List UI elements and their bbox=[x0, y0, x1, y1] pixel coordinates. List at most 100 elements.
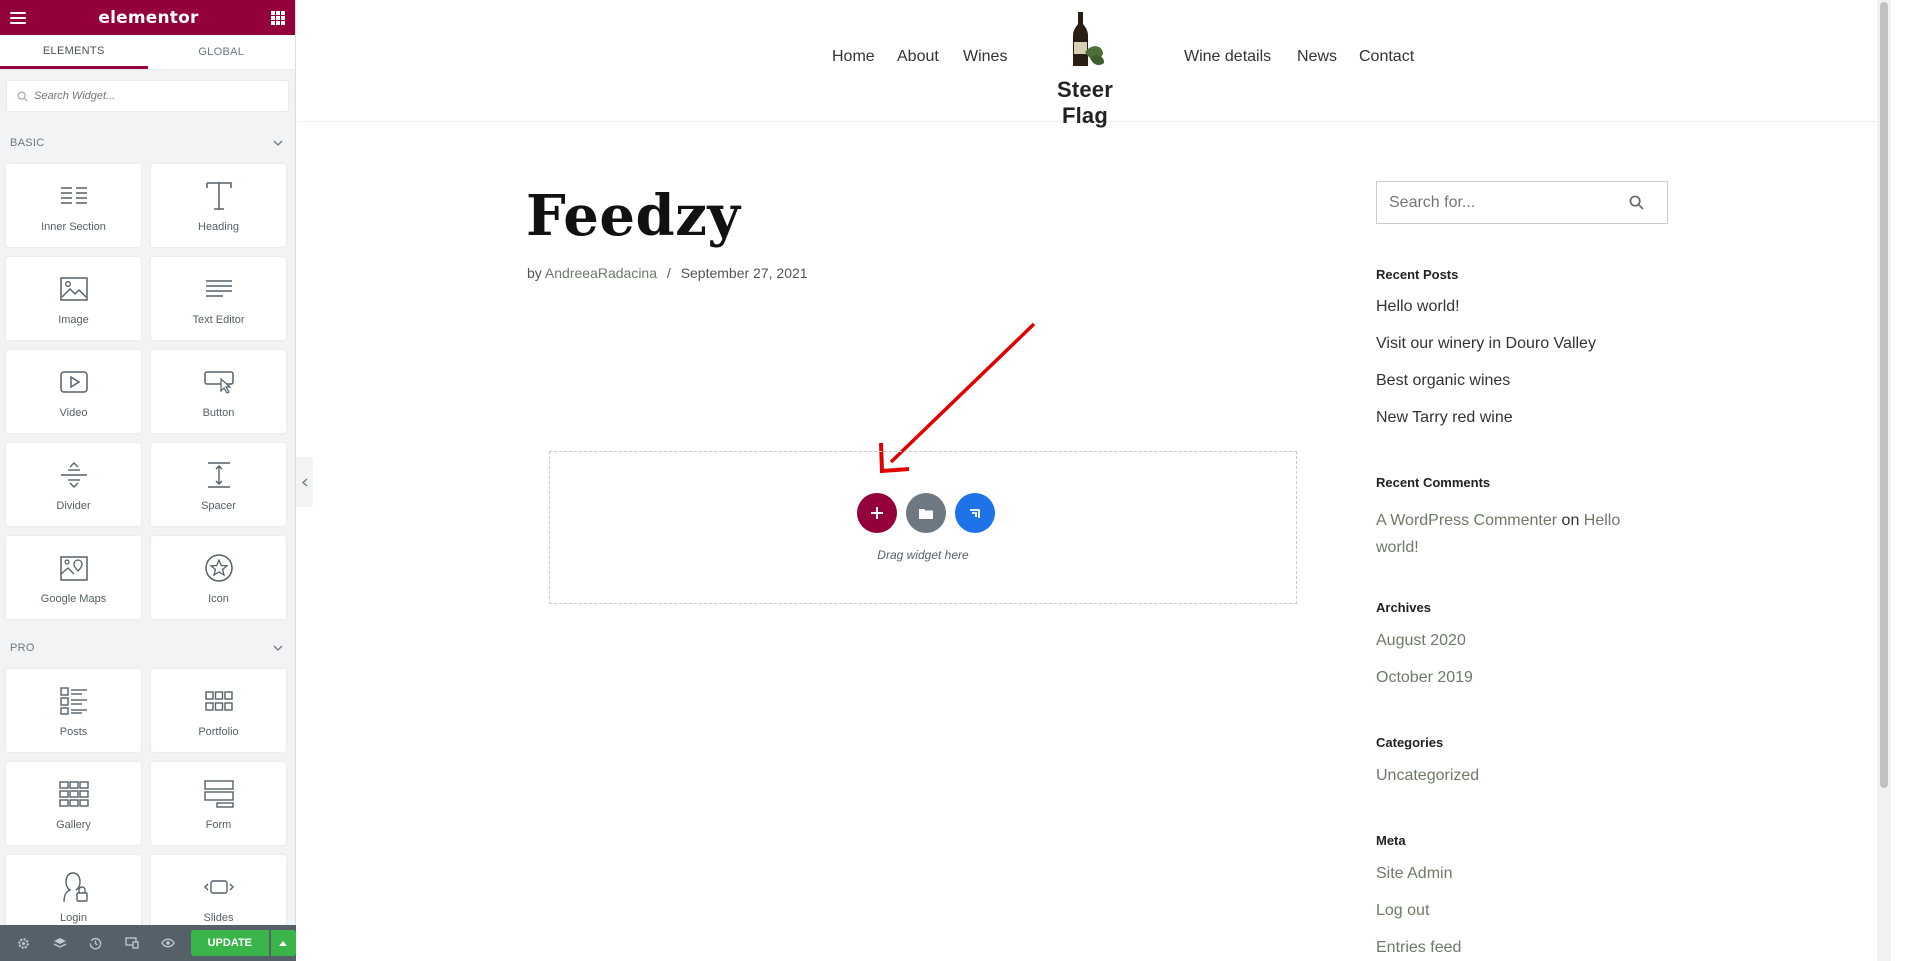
widget-inner-section[interactable]: Inner Section bbox=[6, 164, 141, 247]
category-link[interactable]: Uncategorized bbox=[1376, 767, 1479, 785]
gallery-icon bbox=[58, 780, 89, 807]
widget-search-input[interactable] bbox=[34, 90, 254, 102]
comment-post-link[interactable]: world! bbox=[1376, 539, 1419, 556]
nav-contact[interactable]: Contact bbox=[1359, 48, 1414, 66]
widget-portfolio[interactable]: Portfolio bbox=[151, 669, 286, 752]
meta-title: Meta bbox=[1376, 833, 1406, 848]
nav-wines[interactable]: Wines bbox=[963, 48, 1007, 66]
categories-title: Categories bbox=[1376, 735, 1444, 750]
scrollbar-thumb[interactable] bbox=[1880, 2, 1888, 788]
archive-link[interactable]: October 2019 bbox=[1376, 669, 1473, 687]
page-scrollbar[interactable] bbox=[1877, 0, 1891, 961]
widget-label: Video bbox=[59, 406, 88, 419]
post-title: Feedzy bbox=[526, 183, 741, 249]
plus-icon bbox=[871, 507, 883, 519]
widget-button[interactable]: Button bbox=[151, 350, 286, 433]
widget-search-box bbox=[6, 80, 289, 112]
widget-label: Form bbox=[205, 818, 232, 831]
meta-link[interactable]: Entries feed bbox=[1376, 939, 1461, 957]
star-icon bbox=[204, 553, 233, 582]
sidebar-search-input[interactable] bbox=[1389, 193, 1629, 212]
widget-icon[interactable]: Icon bbox=[151, 536, 286, 619]
responsive-mode-button[interactable] bbox=[114, 925, 150, 961]
site-title: Steer Flag bbox=[1056, 77, 1114, 128]
widget-form[interactable]: Form bbox=[151, 762, 286, 845]
post-date: September 27, 2021 bbox=[680, 265, 808, 281]
add-template-button[interactable] bbox=[906, 493, 946, 533]
widget-label: Icon bbox=[208, 592, 229, 605]
recent-post-link[interactable]: Visit our winery in Douro Valley bbox=[1376, 335, 1596, 353]
pro-widgets: Posts Portfolio Gallery Form Login Slide… bbox=[0, 663, 295, 938]
widget-label: Gallery bbox=[56, 818, 91, 831]
panel-widget-list: BASIC Inner Section Heading Image Text E… bbox=[0, 70, 295, 961]
folder-icon bbox=[919, 508, 933, 519]
widget-spacer[interactable]: Spacer bbox=[151, 443, 286, 526]
empty-section-drop-zone[interactable]: Drag widget here bbox=[549, 451, 1297, 604]
meta-link[interactable]: Log out bbox=[1376, 902, 1429, 920]
drag-widget-hint: Drag widget here bbox=[877, 548, 969, 562]
widget-gallery[interactable]: Gallery bbox=[6, 762, 141, 845]
author-link[interactable]: AndreeaRadacina bbox=[545, 265, 657, 281]
template-kit-button[interactable] bbox=[955, 493, 995, 533]
search-icon[interactable] bbox=[1629, 195, 1644, 210]
posts-icon bbox=[59, 686, 87, 715]
widget-posts[interactable]: Posts bbox=[6, 669, 141, 752]
widget-text-editor[interactable]: Text Editor bbox=[151, 257, 286, 340]
update-options-button[interactable] bbox=[270, 930, 296, 956]
add-section-button[interactable] bbox=[857, 493, 897, 533]
menu-icon[interactable] bbox=[10, 11, 26, 24]
settings-button[interactable] bbox=[6, 925, 42, 961]
spacer-icon bbox=[207, 461, 230, 488]
widget-label: Slides bbox=[203, 911, 234, 924]
archives-title: Archives bbox=[1376, 600, 1431, 615]
recent-post-link[interactable]: Best organic wines bbox=[1376, 372, 1510, 390]
nav-wine-details[interactable]: Wine details bbox=[1184, 48, 1271, 66]
tab-global[interactable]: GLOBAL bbox=[148, 35, 296, 69]
update-button[interactable]: UPDATE bbox=[190, 930, 269, 956]
navigator-button[interactable] bbox=[42, 925, 78, 961]
category-pro-header[interactable]: PRO bbox=[0, 633, 295, 663]
recent-comments-title: Recent Comments bbox=[1376, 475, 1491, 490]
site-preview: Home About Wines Steer Flag Wine details… bbox=[297, 0, 1891, 961]
widget-label: Google Maps bbox=[40, 592, 107, 605]
widget-label: Image bbox=[58, 313, 89, 326]
nav-news[interactable]: News bbox=[1297, 48, 1337, 66]
tab-elements[interactable]: ELEMENTS bbox=[0, 35, 148, 69]
history-button[interactable] bbox=[78, 925, 114, 961]
chevron-down-icon bbox=[273, 140, 283, 146]
widget-label: Spacer bbox=[201, 499, 236, 512]
preview-button[interactable] bbox=[150, 925, 186, 961]
basic-widgets: Inner Section Heading Image Text Editor … bbox=[0, 158, 295, 619]
panel-header: elementor bbox=[0, 0, 295, 35]
site-logo[interactable]: Steer Flag bbox=[1040, 10, 1130, 129]
widget-image[interactable]: Image bbox=[6, 257, 141, 340]
category-basic-header[interactable]: BASIC bbox=[0, 128, 295, 158]
widget-label: Inner Section bbox=[41, 220, 106, 233]
recent-post-link[interactable]: New Tarry red wine bbox=[1376, 409, 1513, 427]
comment-on-text: on bbox=[1561, 512, 1580, 529]
widget-label: Button bbox=[202, 406, 235, 419]
widget-heading[interactable]: Heading bbox=[151, 164, 286, 247]
form-icon bbox=[203, 779, 234, 808]
widgets-grid-icon[interactable] bbox=[270, 10, 285, 25]
widget-google-maps[interactable]: Google Maps bbox=[6, 536, 141, 619]
widget-label: Text Editor bbox=[192, 313, 245, 326]
elementor-logo: elementor bbox=[98, 7, 199, 28]
widget-label: Login bbox=[60, 911, 87, 924]
divider-icon bbox=[60, 461, 87, 488]
nav-home[interactable]: Home bbox=[832, 48, 875, 66]
heading-icon bbox=[205, 181, 232, 210]
meta-separator: / bbox=[666, 265, 671, 281]
widget-divider[interactable]: Divider bbox=[6, 443, 141, 526]
archive-link[interactable]: August 2020 bbox=[1376, 632, 1466, 650]
button-icon bbox=[203, 370, 234, 394]
elementor-panel: elementor ELEMENTS GLOBAL BASIC Inner Se… bbox=[0, 0, 296, 961]
nav-about[interactable]: About bbox=[897, 48, 939, 66]
widget-video[interactable]: Video bbox=[6, 350, 141, 433]
comment-post-link[interactable]: Hello bbox=[1584, 512, 1620, 529]
recent-post-link[interactable]: Hello world! bbox=[1376, 298, 1460, 316]
comment-author-link[interactable]: A WordPress Commenter bbox=[1376, 512, 1557, 529]
meta-link[interactable]: Site Admin bbox=[1376, 865, 1452, 883]
widget-label: Divider bbox=[56, 499, 91, 512]
devices-icon bbox=[125, 937, 139, 949]
